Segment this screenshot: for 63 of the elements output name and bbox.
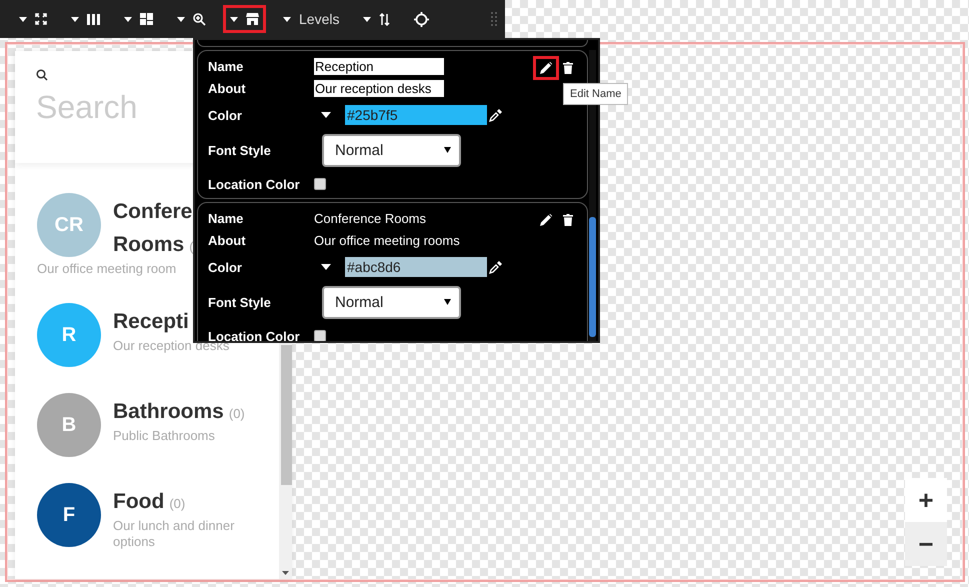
font-style-select[interactable]: Normal	[322, 134, 461, 166]
trash-icon[interactable]	[563, 214, 573, 226]
levels-menu[interactable]: Levels	[299, 11, 340, 27]
caret-icon[interactable]	[444, 299, 451, 305]
about-input[interactable]: Our reception desks	[314, 80, 444, 96]
crosshair-icon[interactable]	[414, 12, 430, 26]
font-style-select[interactable]: Normal	[322, 286, 461, 318]
caret-icon[interactable]	[444, 147, 451, 153]
category-name[interactable]: Recepti	[113, 305, 189, 338]
tooltip: Edit Name	[563, 83, 628, 105]
caret-icon[interactable]	[177, 16, 185, 22]
columns-icon[interactable]	[87, 14, 100, 24]
field-label: Location Color	[208, 176, 301, 192]
field-label: Font Style	[208, 294, 272, 310]
sort-arrows-icon[interactable]	[379, 12, 390, 26]
category-description: Our office meeting room	[37, 261, 178, 277]
category-name[interactable]: Bathrooms	[113, 395, 224, 428]
field-label: Font Style	[208, 142, 272, 158]
field-label: About	[208, 80, 247, 96]
category-description: Our lunch and dinner options	[113, 518, 236, 550]
field-label: Color	[208, 260, 243, 274]
category-name[interactable]: Confere	[113, 195, 192, 228]
drag-handle-icon[interactable]	[491, 11, 497, 27]
scroll-down-icon[interactable]	[282, 571, 289, 575]
pencil-icon[interactable]	[540, 62, 552, 74]
caret-icon[interactable]	[19, 16, 27, 22]
caret-icon[interactable]	[71, 16, 79, 22]
grid-icon[interactable]	[140, 13, 153, 25]
field-label: About	[208, 232, 247, 248]
caret-icon[interactable]	[230, 16, 238, 22]
category-name[interactable]: Food	[113, 485, 164, 518]
caret-icon[interactable]	[321, 264, 331, 270]
trash-icon[interactable]	[563, 62, 573, 74]
fullscreen-icon[interactable]	[35, 13, 47, 25]
category-description: Public Bathrooms	[113, 428, 216, 444]
color-field[interactable]: #25b7f5	[345, 105, 487, 125]
caret-icon[interactable]	[124, 16, 132, 22]
field-label: Name	[208, 58, 244, 74]
category-name[interactable]: Rooms	[113, 228, 184, 261]
caret-icon[interactable]	[283, 16, 291, 22]
pencil-icon[interactable]	[540, 214, 552, 226]
caret-icon[interactable]	[321, 112, 331, 118]
name-input[interactable]: Reception	[314, 58, 444, 74]
color-field[interactable]: #abc8d6	[345, 257, 487, 277]
field-label: Name	[208, 210, 244, 226]
zoom-out-button[interactable]: −	[905, 522, 947, 566]
zoom-in-button[interactable]: +	[905, 478, 947, 522]
eyedropper-icon[interactable]	[489, 108, 502, 122]
zoom-in-icon[interactable]	[193, 12, 206, 26]
field-label: Color	[208, 108, 243, 122]
location-color-checkbox[interactable]	[314, 330, 326, 341]
caret-icon[interactable]	[363, 16, 372, 22]
search-icon	[36, 69, 48, 81]
name-value: Conference Rooms	[314, 210, 426, 226]
about-value: Our office meeting rooms	[314, 232, 460, 248]
scrollbar[interactable]	[279, 343, 292, 579]
store-icon[interactable]	[246, 13, 259, 25]
location-color-checkbox[interactable]	[314, 178, 326, 190]
category-count: (	[189, 239, 194, 254]
eyedropper-icon[interactable]	[489, 260, 502, 274]
avatar[interactable]: F	[37, 483, 101, 547]
category-count: (0)	[169, 496, 186, 511]
category-count: (0)	[228, 406, 245, 421]
